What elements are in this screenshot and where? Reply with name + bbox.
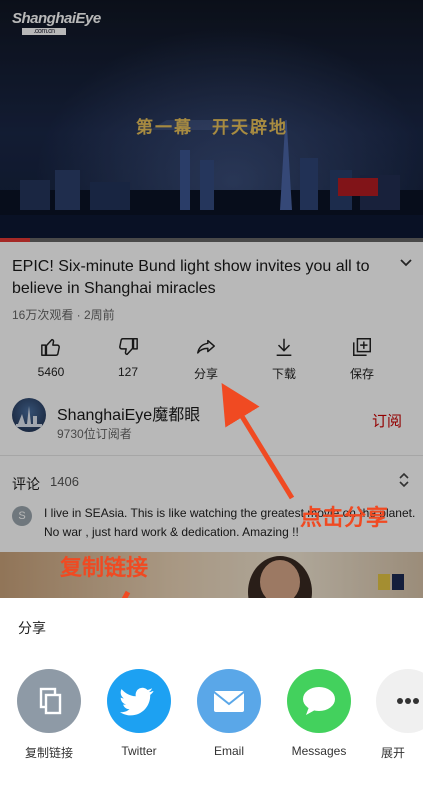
messages-icon [303,687,335,715]
email-icon [213,691,245,712]
copy-icon [39,687,62,715]
annotation-copy-link: 复制链接 [60,555,149,580]
twitter-label: Twitter [121,744,157,758]
more-icon [397,698,419,704]
more-label: 展开 [380,746,405,760]
copy-link-label: 复制链接 [24,746,73,760]
share-sheet-title: 分享 [18,620,46,636]
more-share-options-button[interactable] [376,669,423,733]
email-label: Email [213,744,244,758]
twitter-share-button[interactable] [107,669,171,733]
copy-link-button[interactable] [17,669,81,733]
email-share-button[interactable] [197,669,261,733]
twitter-icon [120,687,154,716]
messages-label: Messages [291,744,347,758]
messages-share-button[interactable] [287,669,351,733]
annotation-click-share: 点击分享 [300,505,389,530]
